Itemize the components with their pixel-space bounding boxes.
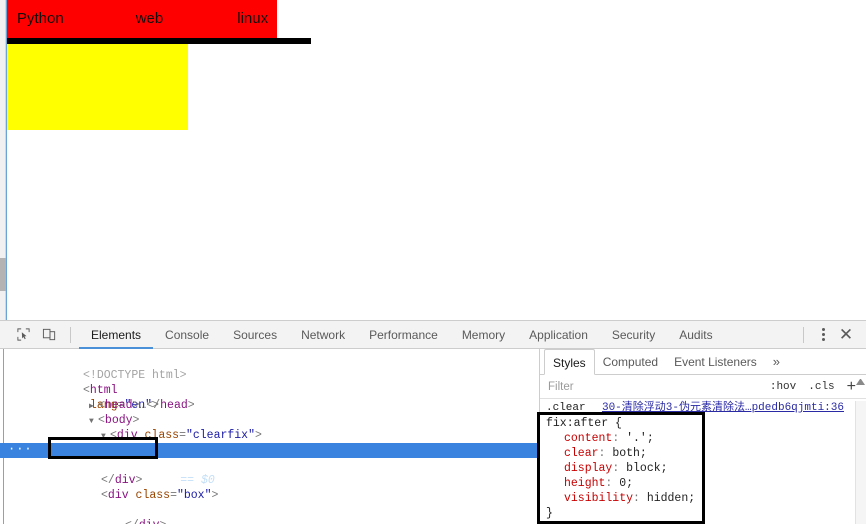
tab-sources[interactable]: Sources bbox=[221, 321, 289, 349]
style-property-value[interactable]: block; bbox=[626, 462, 667, 475]
style-declaration[interactable]: content: '.'; bbox=[546, 431, 866, 446]
nav-item-linux[interactable]: linux bbox=[237, 0, 268, 38]
style-property-value[interactable]: '.'; bbox=[626, 432, 654, 445]
style-rule-closing-brace: } bbox=[546, 507, 553, 520]
tab-application[interactable]: Application bbox=[517, 321, 600, 349]
style-property-name[interactable]: height bbox=[564, 477, 605, 490]
style-rule-source-link[interactable]: 30-清除浮动3-伪元素清除法…pdedb6qjmti:36 bbox=[602, 401, 844, 416]
tab-computed[interactable]: Computed bbox=[595, 349, 666, 375]
dom-row[interactable]: ▼ <body> bbox=[0, 398, 539, 427]
dom-row[interactable]: </div> bbox=[0, 458, 539, 487]
dom-row[interactable]: </body> bbox=[0, 518, 539, 524]
chevron-double-right-icon[interactable]: » bbox=[765, 354, 788, 369]
dom-tree: <!DOCTYPE html> <html lang="en"> ▶ <head>… bbox=[0, 349, 539, 524]
toolbar-divider bbox=[70, 326, 71, 343]
tab-performance[interactable]: Performance bbox=[357, 321, 450, 349]
devtools-body: <!DOCTYPE html> <html lang="en"> ▶ <head>… bbox=[0, 349, 866, 524]
style-declaration[interactable]: visibility: hidden; bbox=[546, 491, 866, 506]
style-rule-selector[interactable]: fix:after { bbox=[546, 416, 866, 431]
cls-toggle-button[interactable]: .cls bbox=[802, 381, 840, 393]
tab-console[interactable]: Console bbox=[153, 321, 221, 349]
styles-pane: Styles Computed Event Listeners » Filter… bbox=[540, 349, 866, 524]
style-property-name[interactable]: visibility bbox=[564, 492, 633, 505]
style-property-value[interactable]: 0; bbox=[619, 477, 633, 490]
toolbar-divider-right bbox=[803, 326, 804, 343]
dom-row[interactable]: <!DOCTYPE html> bbox=[0, 353, 539, 382]
scroll-up-arrow-icon[interactable] bbox=[856, 376, 865, 385]
dom-tree-pane[interactable]: <!DOCTYPE html> <html lang="en"> ▶ <head>… bbox=[0, 349, 540, 524]
style-declaration[interactable]: height: 0; bbox=[546, 476, 866, 491]
dom-row bbox=[0, 488, 539, 503]
tab-event-listeners[interactable]: Event Listeners bbox=[666, 349, 765, 375]
style-rule-origin-selector: .clear bbox=[546, 402, 586, 414]
dom-row[interactable]: ▶ <head>…</head> bbox=[0, 383, 539, 412]
devtools-panel: Elements Console Sources Network Perform… bbox=[0, 320, 866, 524]
devtools-tab-list: Elements Console Sources Network Perform… bbox=[79, 321, 725, 349]
devtools-toolbar-actions: ✕ bbox=[795, 321, 866, 349]
page-content: Python web linux bbox=[7, 0, 866, 320]
kebab-menu-icon[interactable] bbox=[812, 324, 834, 346]
dom-row[interactable]: ▶<ul>…</ul> bbox=[0, 428, 539, 457]
nav-item-web[interactable]: web bbox=[136, 0, 164, 38]
style-declaration[interactable]: clear: both; bbox=[546, 446, 866, 461]
style-property-value[interactable]: hidden; bbox=[647, 492, 695, 505]
page-viewport: Python web linux bbox=[0, 0, 866, 320]
clearfix-container: Python web linux bbox=[7, 0, 277, 38]
nav-item-python[interactable]: Python bbox=[17, 0, 64, 38]
device-toolbar-icon[interactable] bbox=[36, 322, 62, 348]
tab-elements[interactable]: Elements bbox=[79, 321, 153, 349]
nav-list: Python web linux bbox=[7, 0, 277, 38]
style-rule-origin: .clear 30-清除浮动3-伪元素清除法…pdedb6qjmti:36 bbox=[546, 401, 866, 416]
tab-memory[interactable]: Memory bbox=[450, 321, 517, 349]
tab-styles[interactable]: Styles bbox=[544, 349, 595, 375]
style-property-name[interactable]: display bbox=[564, 462, 612, 475]
inspect-element-icon[interactable] bbox=[10, 322, 36, 348]
styles-rule-list: .clear 30-清除浮动3-伪元素清除法…pdedb6qjmti:36 fi… bbox=[540, 399, 866, 521]
tab-network[interactable]: Network bbox=[289, 321, 357, 349]
dom-row[interactable]: <html lang="en"> bbox=[0, 368, 539, 412]
close-icon[interactable]: ✕ bbox=[834, 323, 858, 347]
style-property-value[interactable]: both; bbox=[612, 447, 647, 460]
tab-audits[interactable]: Audits bbox=[667, 321, 724, 349]
tab-security[interactable]: Security bbox=[600, 321, 667, 349]
dom-row[interactable]: ▼ <div class="clearfix"> bbox=[0, 413, 539, 442]
style-declaration[interactable]: display: block; bbox=[546, 461, 866, 476]
filter-input[interactable]: Filter bbox=[548, 381, 764, 393]
dom-row[interactable]: <div class="box"> bbox=[0, 473, 539, 502]
style-property-name[interactable]: clear bbox=[564, 447, 599, 460]
style-property-name[interactable]: content bbox=[564, 432, 612, 445]
dom-row[interactable]: </div> bbox=[0, 503, 539, 524]
row-overflow-dots[interactable]: ··· bbox=[8, 443, 33, 458]
yellow-box-div bbox=[7, 44, 188, 130]
styles-filter-bar: Filter :hov .cls + bbox=[540, 375, 866, 399]
dom-row-selected-after-pseudo[interactable]: ··· ::after == $0 bbox=[0, 443, 539, 487]
devtools-toolbar: Elements Console Sources Network Perform… bbox=[0, 321, 866, 349]
hov-toggle-button[interactable]: :hov bbox=[764, 381, 802, 393]
styles-tab-list: Styles Computed Event Listeners » bbox=[540, 349, 866, 375]
